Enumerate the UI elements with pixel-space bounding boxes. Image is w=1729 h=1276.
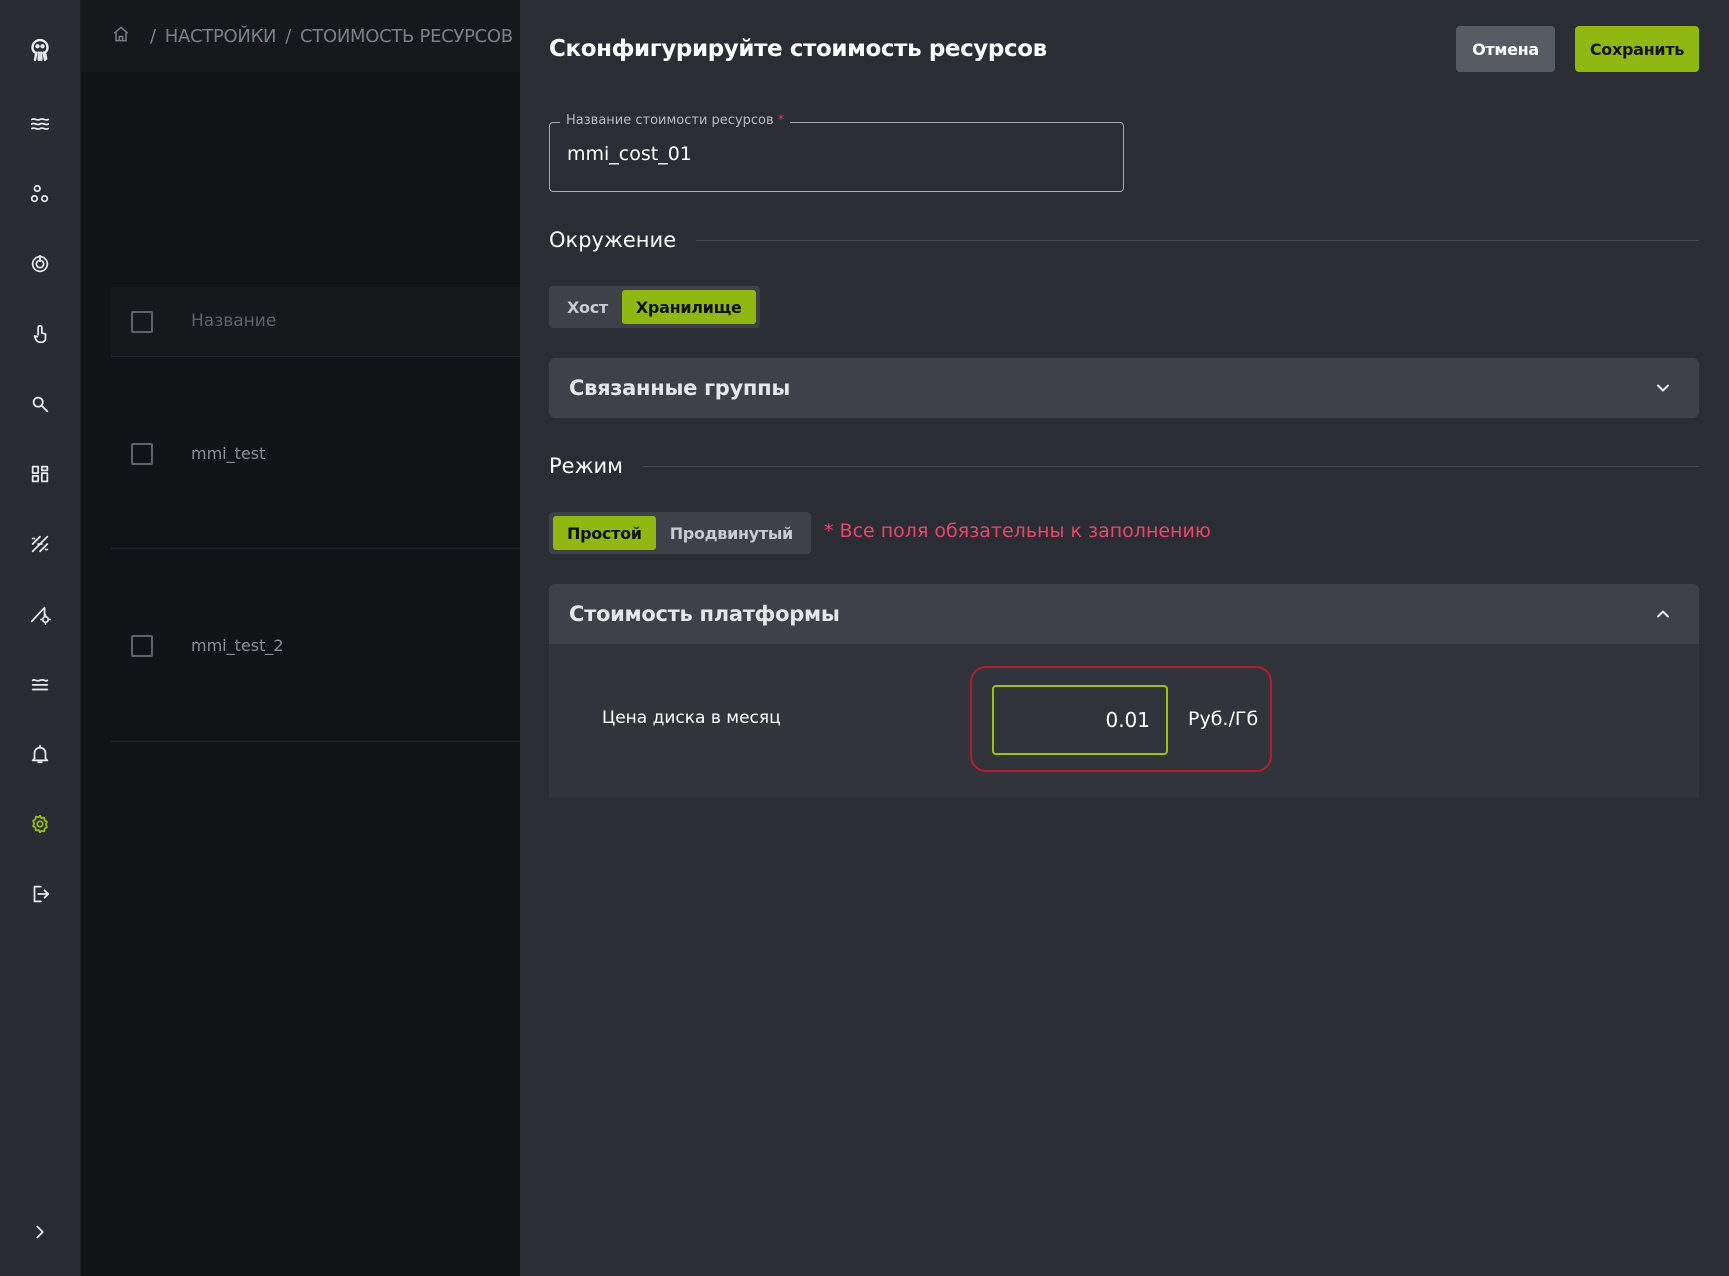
octopus-logo-icon[interactable] <box>20 30 60 70</box>
resource-cost-name-input[interactable] <box>567 143 1107 165</box>
search-icon[interactable] <box>20 384 60 424</box>
left-nav <box>0 0 81 1276</box>
configure-resource-cost-drawer: Сконфигурируйте стоимость ресурсов Отмен… <box>520 0 1729 1276</box>
row-name: mmi_test_2 <box>191 636 284 655</box>
platform-cost-label: Стоимость платформы <box>569 602 840 626</box>
dashboard-icon[interactable] <box>20 454 60 494</box>
linked-groups-label: Связанные группы <box>569 376 791 400</box>
section-divider <box>643 465 1699 467</box>
chevron-up-icon <box>1653 604 1673 624</box>
layers-icon[interactable] <box>20 664 60 704</box>
touch-icon[interactable] <box>20 314 60 354</box>
waves-icon[interactable] <box>20 104 60 144</box>
required-fields-note: * Все поля обязательны к заполнению <box>824 520 1211 542</box>
environment-option-host[interactable]: Хост <box>553 290 622 324</box>
home-icon[interactable] <box>111 24 141 49</box>
disk-price-input[interactable] <box>992 685 1168 755</box>
save-button[interactable]: Сохранить <box>1575 26 1699 72</box>
row-name: mmi_test <box>191 444 266 463</box>
disk-price-label: Цена диска в месяц <box>602 708 781 728</box>
row-checkbox[interactable] <box>131 443 153 465</box>
environment-toggle: Хост Хранилище <box>549 286 760 328</box>
breadcrumb: / НАСТРОЙКИ / СТОИМОСТЬ РЕСУРСОВ <box>81 0 520 72</box>
platform-cost-accordion[interactable]: Стоимость платформы <box>549 584 1699 644</box>
breadcrumb-resource-cost: СТОИМОСТЬ РЕСУРСОВ <box>299 25 513 47</box>
required-mark: * <box>777 113 785 128</box>
table-row[interactable]: mmi_test_2 <box>111 550 520 742</box>
platform-cost-body: Цена диска в месяц Руб./Гб <box>549 644 1699 797</box>
resource-cost-name-label: Название стоимости ресурсов * <box>560 113 791 128</box>
cancel-button[interactable]: Отмена <box>1456 26 1555 72</box>
row-checkbox[interactable] <box>131 635 153 657</box>
table-row[interactable]: mmi_test <box>111 358 520 549</box>
logout-icon[interactable] <box>20 874 60 914</box>
tools-gear-icon[interactable] <box>20 594 60 634</box>
pattern-icon[interactable] <box>20 524 60 564</box>
linked-groups-accordion[interactable]: Связанные группы <box>549 358 1699 418</box>
mode-section-header: Режим <box>549 451 1699 481</box>
target-icon[interactable] <box>20 244 60 284</box>
breadcrumb-settings[interactable]: НАСТРОЙКИ <box>165 26 277 47</box>
resource-cost-list-page: / НАСТРОЙКИ / СТОИМОСТЬ РЕСУРСОВ Названи… <box>81 0 520 1276</box>
mode-label: Режим <box>549 454 623 478</box>
environment-label: Окружение <box>549 228 677 252</box>
nodes-icon[interactable] <box>20 174 60 214</box>
bell-icon[interactable] <box>20 734 60 774</box>
app-root: / НАСТРОЙКИ / СТОИМОСТЬ РЕСУРСОВ Названи… <box>0 0 1729 1276</box>
section-divider <box>696 239 1699 241</box>
mode-option-advanced[interactable]: Продвинутый <box>656 516 807 550</box>
breadcrumb-separator: / <box>150 25 156 47</box>
breadcrumb-separator: / <box>285 25 291 47</box>
chevron-down-icon <box>1653 378 1673 398</box>
chevron-right-icon[interactable] <box>20 1212 60 1252</box>
mode-option-simple[interactable]: Простой <box>553 516 656 550</box>
settings-gear-icon[interactable] <box>20 804 60 844</box>
environment-option-storage[interactable]: Хранилище <box>621 290 756 324</box>
resource-cost-name-field: Название стоимости ресурсов * <box>549 113 1124 192</box>
disk-price-highlight: Руб./Гб <box>970 666 1272 772</box>
table-header: Название <box>111 287 520 357</box>
mode-toggle: Простой Продвинутый <box>549 512 811 554</box>
select-all-checkbox[interactable] <box>131 311 153 333</box>
price-unit: Руб./Гб <box>1188 708 1259 730</box>
environment-section-header: Окружение <box>549 225 1699 255</box>
column-header-name[interactable]: Название <box>191 311 276 331</box>
drawer-title: Сконфигурируйте стоимость ресурсов <box>549 36 1047 62</box>
